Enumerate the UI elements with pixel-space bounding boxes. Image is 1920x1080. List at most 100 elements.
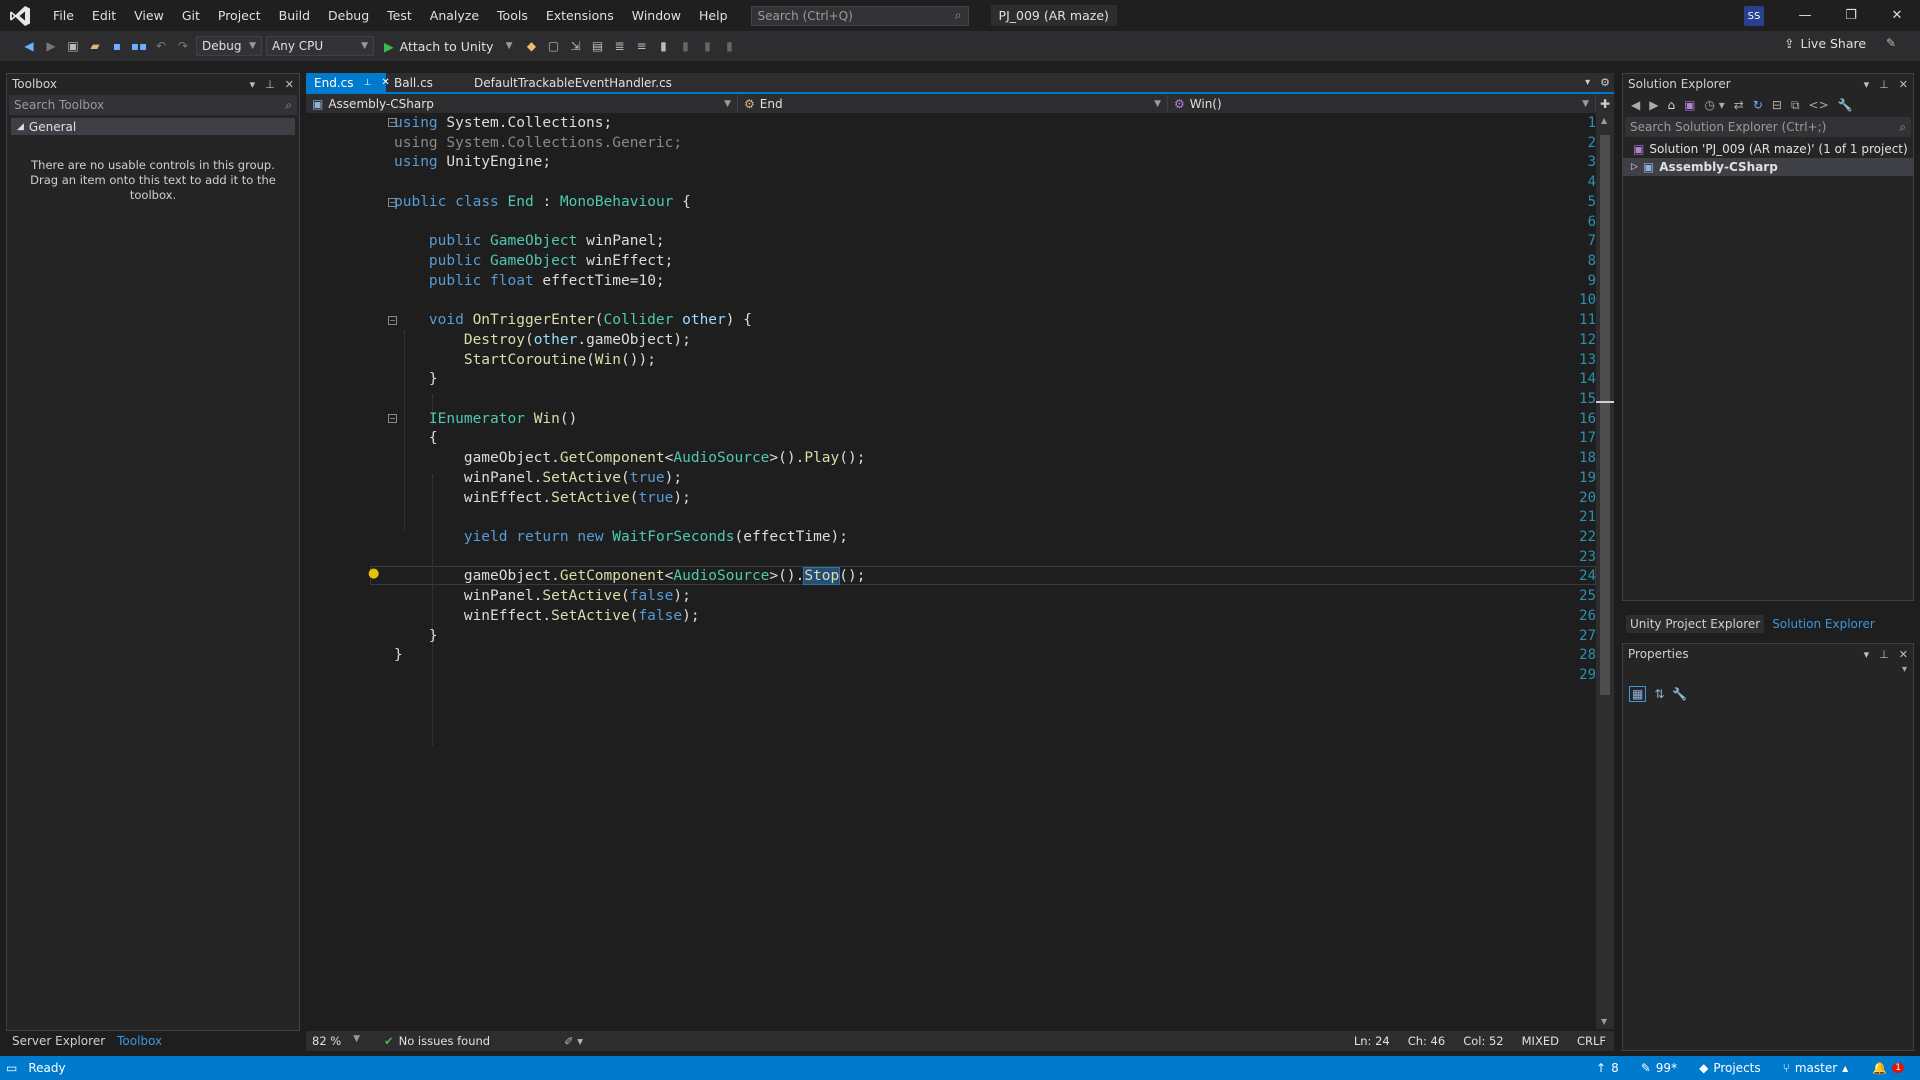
save-all-icon[interactable]: ▪▪ (130, 37, 148, 55)
object-select-dropdown[interactable]: ▾ (1623, 664, 1913, 682)
feedback-icon[interactable]: ✎ (1886, 36, 1896, 50)
scroll-down-icon[interactable]: ▼ (1601, 1017, 1607, 1026)
projects-indicator[interactable]: ◆ Projects (1699, 1061, 1761, 1075)
settings-gear-icon[interactable]: ⚙ (1600, 76, 1610, 89)
show-all-files-icon[interactable]: ⧉ (1791, 98, 1800, 113)
minimize-icon[interactable]: — (1782, 0, 1828, 31)
lightbulb-icon[interactable]: ● (368, 566, 379, 581)
open-folder-icon[interactable]: ▰ (86, 37, 104, 55)
save-icon[interactable]: ▪ (108, 37, 126, 55)
tab-ball-cs[interactable]: Ball.cs (386, 73, 466, 92)
tab-default-trackable-event-handler[interactable]: DefaultTrackableEventHandler.cs (466, 73, 680, 92)
project-dropdown[interactable]: ▣ Assembly-CSharp ▼ (306, 95, 738, 112)
output-window-icon[interactable]: ▭ (6, 1061, 17, 1075)
scroll-up-icon[interactable]: ▲ (1601, 116, 1607, 125)
pin-icon[interactable]: ⊥ (265, 78, 275, 91)
scrollbar-thumb[interactable] (1600, 135, 1610, 695)
tab-server-explorer[interactable]: Server Explorer (12, 1034, 105, 1048)
close-icon[interactable]: ✕ (1899, 78, 1908, 91)
pin-icon[interactable]: ⊥ (1879, 78, 1889, 91)
search-input[interactable]: Search (Ctrl+Q) ⌕ (750, 5, 969, 26)
bookmark-icon[interactable]: ▮ (654, 37, 672, 55)
dropdown-icon[interactable]: ▾ (250, 78, 256, 91)
step-into-icon[interactable]: ⇲ (566, 37, 584, 55)
home-icon[interactable]: ⌂ (1667, 98, 1675, 112)
restore-icon[interactable]: ❐ (1828, 0, 1874, 31)
issues-indicator[interactable]: ✔ No issues found (384, 1034, 544, 1048)
menu-analyze[interactable]: Analyze (421, 0, 488, 31)
menu-window[interactable]: Window (623, 0, 690, 31)
solution-search-input[interactable]: Search Solution Explorer (Ctrl+;) ⌕ (1625, 117, 1911, 137)
zoom-dropdown[interactable]: 82 % ▼ (306, 1034, 366, 1048)
alphabetical-icon[interactable]: ⇅ (1654, 687, 1664, 701)
unity-icon[interactable]: ◆ (522, 37, 540, 55)
prev-bookmark-icon[interactable]: ▮ (676, 37, 694, 55)
dropdown-icon[interactable]: ▾ (1864, 648, 1870, 661)
menu-view[interactable]: View (125, 0, 173, 31)
tab-solution-explorer[interactable]: Solution Explorer (1772, 617, 1875, 631)
menu-build[interactable]: Build (270, 0, 319, 31)
forward-icon[interactable]: ▶ (1649, 98, 1658, 112)
vs-switch-icon[interactable]: ▣ (1684, 98, 1695, 112)
type-dropdown[interactable]: ⚙ End ▼ (738, 95, 1168, 112)
back-icon[interactable]: ◀ (20, 37, 38, 55)
tab-end-cs[interactable]: End.cs ⊥ ✕ (306, 73, 390, 92)
view-code-icon[interactable]: <> (1809, 98, 1829, 112)
whitespace-mode[interactable]: MIXED (1522, 1034, 1559, 1048)
line-ending[interactable]: CRLF (1577, 1034, 1606, 1048)
brush-icon[interactable]: ✐ ▾ (564, 1034, 583, 1048)
menu-tools[interactable]: Tools (488, 0, 537, 31)
tree-item-project[interactable]: ▷ ▣ Assembly-CSharp (1623, 158, 1913, 176)
hex-icon[interactable]: ▤ (588, 37, 606, 55)
close-icon[interactable]: ✕ (1899, 648, 1908, 661)
menu-test[interactable]: Test (378, 0, 421, 31)
editor-vertical-scrollbar[interactable]: ▲ ▼ (1596, 113, 1614, 1029)
split-window-icon[interactable]: ✚ (1596, 97, 1610, 111)
close-icon[interactable]: ✕ (285, 78, 294, 91)
tab-unity-project-explorer[interactable]: Unity Project Explorer (1626, 615, 1765, 633)
code-editor[interactable]: − − − − ● 1 2 3 4 5 6 7 8 9 10 11 12 13 … (306, 113, 1596, 1029)
categorized-icon[interactable]: ▦ (1629, 686, 1647, 702)
indent-icon[interactable]: ≡ (632, 37, 650, 55)
properties-wrench-icon[interactable]: 🔧 (1838, 98, 1853, 112)
menu-help[interactable]: Help (690, 0, 737, 31)
sync-icon[interactable]: ⇄ (1734, 98, 1744, 112)
screenshot-icon[interactable]: ▢ (544, 37, 562, 55)
avatar[interactable]: SS (1744, 6, 1764, 26)
tree-item-solution[interactable]: ▣ Solution 'PJ_009 (AR maze)' (1 of 1 pr… (1623, 140, 1913, 158)
pin-icon[interactable]: ⊥ (1879, 648, 1889, 661)
pin-icon[interactable]: ⊥ (363, 78, 371, 88)
refresh-icon[interactable]: ↻ (1753, 98, 1763, 112)
collapse-all-icon[interactable]: ⊟ (1772, 98, 1782, 112)
undo-icon[interactable]: ↶ (152, 37, 170, 55)
toolbox-search-input[interactable]: Search Toolbox ⌕ (9, 95, 297, 115)
new-project-icon[interactable]: ▣ (64, 37, 82, 55)
redo-icon[interactable]: ↷ (174, 37, 192, 55)
history-icon[interactable]: ◷ ▾ (1704, 98, 1724, 112)
forward-icon[interactable]: ▶ (42, 37, 60, 55)
dropdown-icon[interactable]: ▾ (1864, 78, 1870, 91)
changes-indicator[interactable]: ✎ 99* (1641, 1061, 1677, 1075)
menu-project[interactable]: Project (209, 0, 270, 31)
close-icon[interactable]: ✕ (1874, 0, 1920, 31)
menu-file[interactable]: File (44, 0, 83, 31)
back-icon[interactable]: ◀ (1631, 98, 1640, 112)
menu-edit[interactable]: Edit (83, 0, 125, 31)
push-indicator[interactable]: ↑ 8 (1596, 1061, 1619, 1075)
menu-debug[interactable]: Debug (319, 0, 378, 31)
branch-indicator[interactable]: ⑂ master ▲ (1783, 1061, 1849, 1075)
clear-bookmark-icon[interactable]: ▮ (720, 37, 738, 55)
member-dropdown[interactable]: ⚙ Win() ▼ (1168, 95, 1596, 112)
tab-toolbox[interactable]: Toolbox (117, 1034, 162, 1048)
expand-arrow-icon[interactable]: ▷ (1631, 162, 1638, 172)
property-pages-icon[interactable]: 🔧 (1672, 687, 1687, 701)
platform-select[interactable]: Any CPU ▼ (266, 36, 374, 56)
notifications-indicator[interactable]: 🔔 1 (1872, 1061, 1904, 1075)
attach-to-unity-button[interactable]: ▶ Attach to Unity ▼ (378, 39, 518, 54)
menu-git[interactable]: Git (173, 0, 209, 31)
live-share-button[interactable]: ⇪ Live Share (1784, 36, 1866, 51)
outdent-icon[interactable]: ≣ (610, 37, 628, 55)
menu-extensions[interactable]: Extensions (537, 0, 623, 31)
toolbox-group-general[interactable]: ◢ General (11, 118, 295, 135)
tab-list-dropdown-icon[interactable]: ▾ (1585, 77, 1590, 88)
